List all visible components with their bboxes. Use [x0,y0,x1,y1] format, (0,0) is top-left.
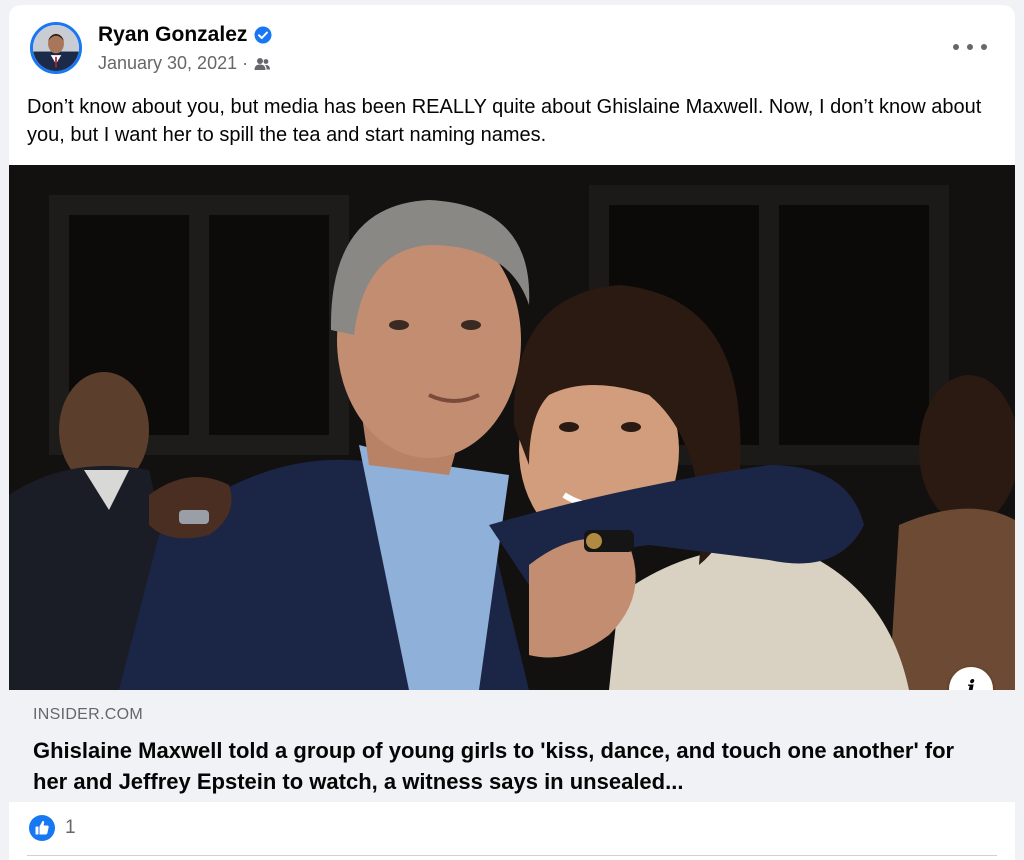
link-headline[interactable]: Ghislaine Maxwell told a group of young … [33,735,973,797]
friends-audience-icon[interactable] [253,55,271,73]
photo-illustration [9,165,1015,690]
like-count: 1 [65,817,76,838]
post-card: Ryan Gonzalez January 30, 2021 · Don’t k… [9,5,1015,860]
link-domain: INSIDER.COM [33,706,143,723]
reactions-summary[interactable]: 1 [29,815,76,841]
author-row: Ryan Gonzalez [98,23,272,47]
post-header: Ryan Gonzalez January 30, 2021 · [9,5,1015,95]
author-name[interactable]: Ryan Gonzalez [98,23,247,47]
avatar-image [33,25,79,71]
more-dot [953,44,959,50]
author-avatar[interactable] [30,22,82,74]
verified-badge-icon [254,26,272,44]
more-options-icon[interactable] [953,37,987,57]
link-preview-image[interactable] [9,165,1015,690]
post-meta: January 30, 2021 · [98,53,271,74]
like-reaction-icon [29,815,55,841]
more-dot [981,44,987,50]
link-preview[interactable]: INSIDER.COM Ghislaine Maxwell told a gro… [9,690,1015,802]
post-date[interactable]: January 30, 2021 [98,53,237,74]
meta-separator: · [242,53,249,73]
post-text: Don’t know about you, but media has been… [27,96,982,146]
more-dot [967,44,973,50]
divider [27,855,997,856]
